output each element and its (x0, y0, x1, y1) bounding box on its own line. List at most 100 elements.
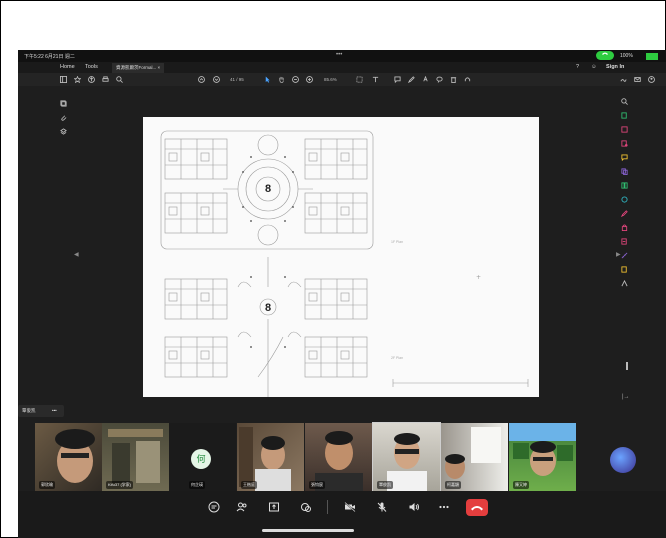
share-icon[interactable] (268, 501, 280, 513)
room-numeral-lower: 8 (265, 302, 271, 314)
participant-strip: 郭欣瑜 Kifu37 (学家) 何 何芷瑛 王楷庭 張钧宸 覃俊凯 柯嘉穎 陳又 (18, 422, 666, 492)
meeting-controls (18, 491, 666, 538)
room-numeral-upper: 8 (265, 183, 271, 195)
fit-page-icon[interactable] (356, 76, 363, 83)
self-view-avatar[interactable] (610, 447, 636, 473)
participant-avatar: 何 (191, 449, 211, 469)
search-icon[interactable] (116, 76, 123, 83)
edit-pdf-icon[interactable] (621, 126, 628, 133)
participant-tile[interactable]: 柯嘉穎 (441, 423, 508, 491)
fill-sign-icon[interactable] (621, 210, 628, 217)
speaker-icon[interactable] (408, 501, 420, 513)
collapse-left-icon[interactable]: ◀ (74, 251, 79, 258)
copy-icon[interactable] (60, 100, 67, 107)
collapse-right-icon[interactable]: ▶ (616, 251, 621, 258)
headphones-icon[interactable] (464, 76, 471, 83)
organize-icon[interactable] (621, 182, 628, 189)
participant-name: 何芷瑛 (189, 481, 205, 489)
select-cursor-icon[interactable] (264, 76, 271, 83)
sidebar-toggle-icon[interactable] (60, 76, 67, 83)
participant-name: 覃俊凯 (377, 481, 393, 489)
participant-tile[interactable]: 陳又婷 (509, 423, 576, 491)
participant-name: 柯嘉穎 (445, 481, 461, 489)
compare-icon[interactable] (621, 266, 628, 273)
camera-off-icon[interactable] (344, 501, 356, 513)
battery-icon (646, 53, 658, 60)
left-rail: ◀ (18, 86, 79, 416)
help-icon[interactable]: ? (576, 64, 579, 70)
more-icon[interactable] (438, 501, 450, 513)
measure-icon[interactable] (621, 252, 628, 259)
comment-tool-icon[interactable] (621, 154, 628, 161)
status-bar: 下午5:22 6月21日 週二 ••• 100% (18, 50, 666, 62)
pdf-page[interactable]: 8 8 1F Plan 2F Plan + (143, 117, 539, 397)
more-tools-icon[interactable] (621, 280, 628, 287)
home-indicator[interactable] (262, 529, 354, 532)
app-tabbar: Home Tools 資源凱爾茨Formal... × ? ☺ Sign In (18, 62, 666, 73)
page-down-icon[interactable] (213, 76, 220, 83)
combine-icon[interactable] (621, 168, 628, 175)
pen-icon[interactable] (408, 76, 415, 83)
floor-plan-drawing: 8 8 1F Plan 2F Plan + (160, 130, 529, 397)
multitask-dots[interactable]: ••• (336, 52, 342, 58)
layers-icon[interactable] (60, 128, 67, 135)
export-pdf-icon[interactable] (621, 112, 628, 119)
tab-tools[interactable]: Tools (85, 64, 98, 70)
redact-icon[interactable] (621, 238, 628, 245)
participants-icon[interactable] (236, 501, 248, 513)
participant-tile[interactable]: 張钧宸 (305, 423, 372, 491)
participant-tile[interactable]: 王楷庭 (237, 423, 304, 491)
lasso-icon[interactable] (436, 76, 443, 83)
highlight-icon[interactable] (422, 76, 429, 83)
upload-icon[interactable] (88, 76, 95, 83)
tab-home[interactable]: Home (60, 64, 75, 70)
page-indicator[interactable]: 41 / 95 (230, 77, 244, 82)
create-pdf-icon[interactable] (621, 140, 628, 147)
sign-icon[interactable] (620, 76, 627, 83)
user-icon[interactable]: ☺ (591, 64, 597, 70)
participant-name: 王楷庭 (241, 481, 257, 489)
chat-icon[interactable] (208, 501, 220, 513)
participant-tile[interactable]: 何 何芷瑛 (169, 423, 236, 491)
sign-in-button[interactable]: Sign In (606, 64, 624, 70)
participant-name: Kifu37 (学家) (106, 481, 134, 489)
hand-icon[interactable] (278, 76, 285, 83)
account-icon[interactable] (648, 76, 655, 83)
participant-tile[interactable]: Kifu37 (学家) (102, 423, 169, 491)
right-scrollbar[interactable] (626, 362, 628, 370)
end-call-button[interactable] (466, 499, 488, 516)
participant-name: 郭欣瑜 (39, 481, 55, 489)
comment-icon[interactable] (394, 76, 401, 83)
presenter-name-chip[interactable]: 覃俊凯 ••• (18, 405, 64, 417)
page-up-icon[interactable] (198, 76, 205, 83)
active-call-pill[interactable] (596, 51, 614, 60)
presenter-more-icon[interactable]: ••• (52, 408, 57, 413)
expand-panel-icon[interactable]: |→ (622, 394, 630, 400)
plan-label-2f: 2F Plan (391, 356, 403, 360)
mail-icon[interactable] (634, 76, 641, 83)
end-call-icon (471, 506, 483, 511)
mic-off-icon[interactable] (376, 501, 388, 513)
plan-label-1f: 1F Plan (391, 240, 403, 244)
reactions-icon[interactable] (300, 501, 312, 513)
participant-tile[interactable]: 郭欣瑜 (35, 423, 102, 491)
attachment-icon[interactable] (60, 114, 67, 121)
crosshair-cursor-icon: + (476, 274, 481, 281)
zoom-in-icon[interactable] (306, 76, 313, 83)
print-icon[interactable] (102, 76, 109, 83)
zoom-tool-icon[interactable] (621, 98, 628, 105)
tab-document[interactable]: 資源凱爾茨Formal... × (112, 63, 165, 73)
participant-name: 張钧宸 (309, 481, 325, 489)
zoom-out-icon[interactable] (292, 76, 299, 83)
trash-icon[interactable] (450, 76, 457, 83)
pdf-toolbar: 41 / 95 85.6% (18, 73, 666, 86)
protect-icon[interactable] (621, 224, 628, 231)
zoom-level[interactable]: 85.6% (324, 77, 337, 82)
star-icon[interactable] (74, 76, 81, 83)
right-tools-rail: ▶ |→ (616, 86, 666, 416)
participant-tile[interactable]: 覃俊凯 (372, 422, 441, 492)
scan-icon[interactable] (621, 196, 628, 203)
status-time: 下午5:22 6月21日 週二 (24, 54, 75, 60)
phone-icon (602, 52, 608, 55)
text-select-icon[interactable] (372, 76, 379, 83)
